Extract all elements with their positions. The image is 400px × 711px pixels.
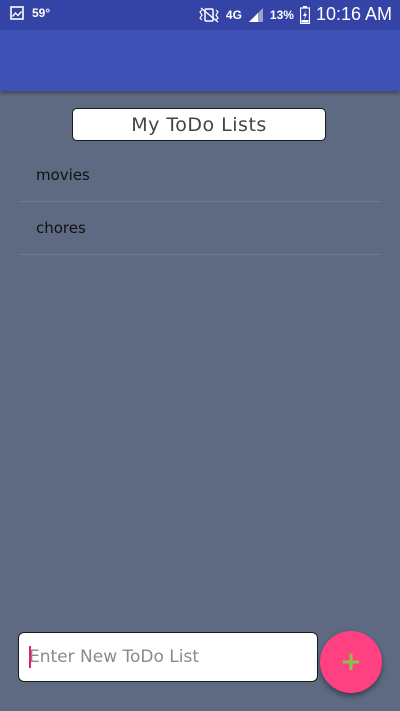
text-cursor xyxy=(29,646,31,668)
todo-lists: movies chores xyxy=(20,149,380,255)
battery-icon xyxy=(299,5,310,24)
add-list-button[interactable]: + xyxy=(320,631,382,693)
status-left: 59° xyxy=(10,6,50,20)
clock-text: 10:16 AM xyxy=(315,4,392,24)
list-item[interactable]: movies xyxy=(20,149,380,202)
app-bar xyxy=(0,30,400,91)
vibrate-icon xyxy=(198,6,220,23)
new-list-input[interactable] xyxy=(18,632,318,682)
page-title: My ToDo Lists xyxy=(72,108,326,141)
signal-icon xyxy=(248,7,264,23)
network-type-text: 4G xyxy=(225,7,242,22)
list-item[interactable]: chores xyxy=(20,202,380,255)
battery-percent-text: 13% xyxy=(269,7,294,22)
status-right: 4G 13% 10:16 AM xyxy=(198,4,392,25)
temperature-text: 59° xyxy=(32,6,51,20)
status-bar: 59° 4G 13% 10:16 AM xyxy=(0,0,400,30)
gallery-icon xyxy=(10,6,24,20)
plus-icon: + xyxy=(340,647,362,677)
